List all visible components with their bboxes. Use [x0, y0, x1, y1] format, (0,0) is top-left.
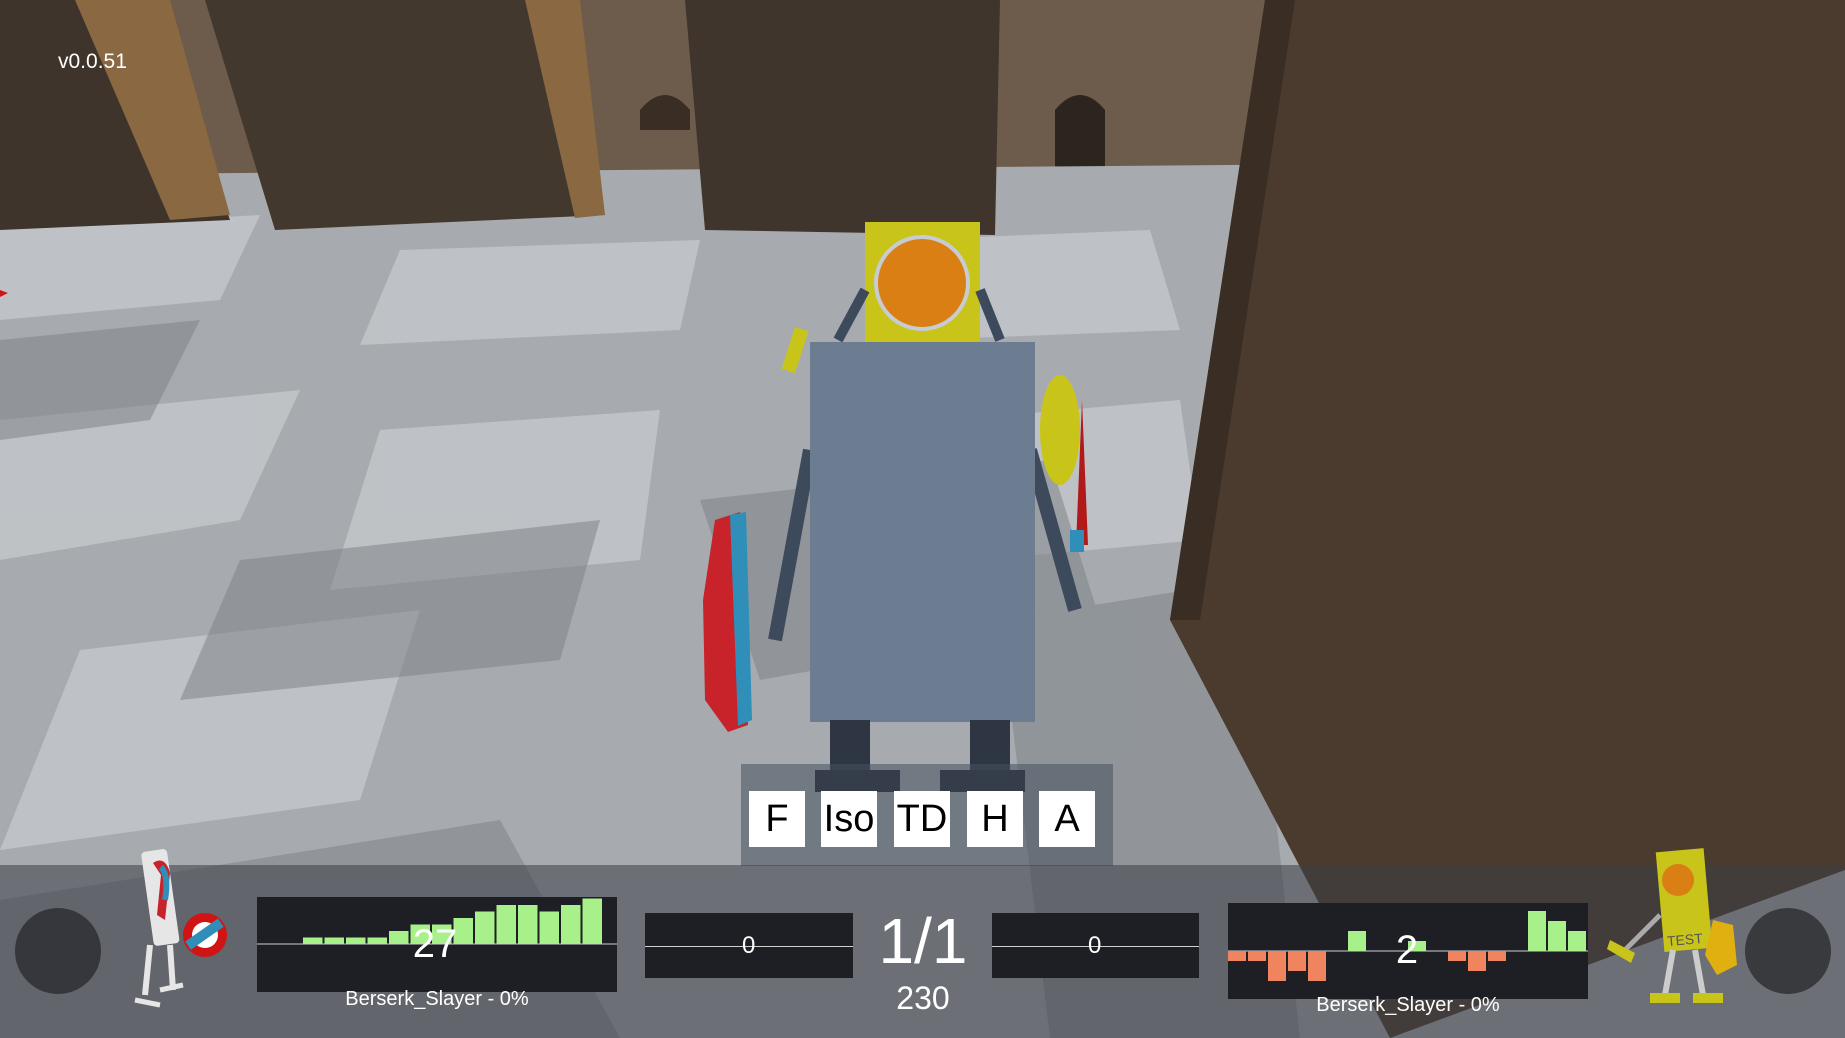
right-player-avatar: TEST	[1607, 848, 1737, 1003]
graph-bar	[1468, 951, 1486, 971]
graph-bar	[1448, 951, 1466, 961]
graph-bar	[367, 937, 387, 944]
left-joystick-icon[interactable]	[15, 908, 101, 994]
graph-bar	[1548, 921, 1566, 951]
graph-bar	[539, 911, 559, 944]
robot-shoulder-disc	[1040, 375, 1080, 485]
graph-bar	[475, 911, 495, 944]
right-mid-value: 0	[1088, 932, 1102, 959]
graph-bar	[1348, 931, 1366, 951]
robot-body	[810, 342, 1035, 722]
graph-bar	[1308, 951, 1326, 981]
right-score: 2	[1395, 928, 1419, 972]
camera-button-f[interactable]: F	[749, 791, 805, 847]
match-timer: 230	[896, 980, 950, 1016]
graph-bar	[1288, 951, 1306, 971]
arch	[1055, 95, 1105, 170]
left-player-avatar	[134, 849, 227, 1008]
robot-visor	[874, 235, 970, 331]
right-joystick-icon[interactable]	[1745, 908, 1831, 994]
svg-text:TEST: TEST	[1666, 930, 1703, 949]
graph-bar	[1528, 911, 1546, 951]
graph-bar	[1568, 931, 1586, 951]
pillar	[685, 0, 1000, 235]
round-counter: 1/1	[878, 905, 968, 977]
graph-bar	[496, 905, 516, 944]
version-label: v0.0.51	[58, 50, 127, 73]
left-mid-value: 0	[742, 932, 756, 959]
graph-bar	[1488, 951, 1506, 961]
left-score: 27	[412, 922, 458, 966]
right-player-name: Berserk_Slayer - 0%	[1316, 994, 1500, 1016]
graph-bar	[561, 905, 581, 944]
camera-button-iso[interactable]: Iso	[821, 791, 877, 847]
graph-bar	[518, 905, 538, 944]
graph-bar	[582, 898, 602, 944]
camera-button-td[interactable]: TD	[894, 791, 950, 847]
graph-bar	[303, 937, 323, 944]
graph-bar	[1268, 951, 1286, 981]
camera-button-a[interactable]: A	[1039, 791, 1095, 847]
graph-bar	[1248, 951, 1266, 961]
camera-button-h[interactable]: H	[967, 791, 1023, 847]
graph-bar	[346, 937, 366, 944]
graph-bar	[1228, 951, 1246, 961]
left-player-name: Berserk_Slayer - 0%	[345, 988, 529, 1010]
graph-bar	[324, 937, 344, 944]
